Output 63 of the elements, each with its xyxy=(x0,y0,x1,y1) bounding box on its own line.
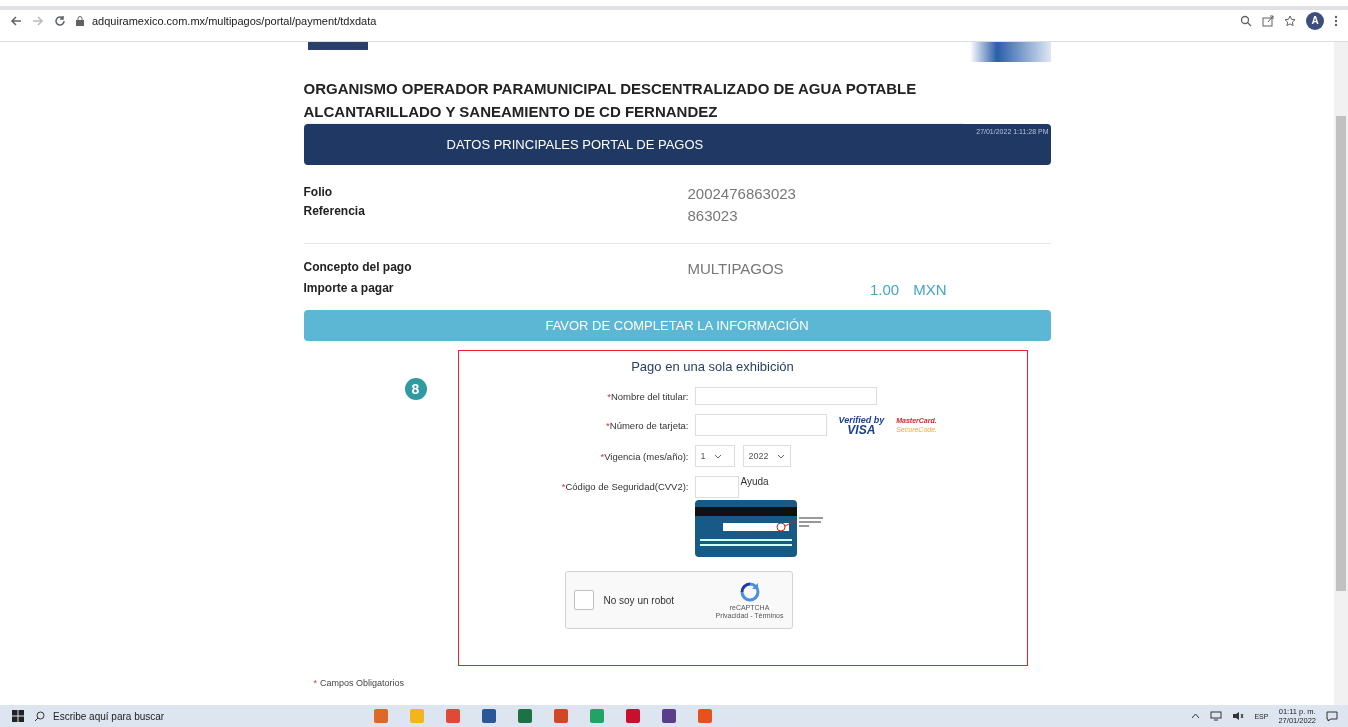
reload-icon[interactable] xyxy=(54,14,66,27)
field-label: Referencia xyxy=(303,203,366,220)
help-link[interactable]: Ayuda xyxy=(740,476,769,487)
field-label: Concepto del pago xyxy=(303,260,413,276)
app-icon[interactable] xyxy=(662,709,676,723)
search-icon xyxy=(34,710,45,722)
caret-icon xyxy=(776,453,785,459)
profile-avatar[interactable]: A xyxy=(1306,11,1324,30)
card-number-input-field[interactable] xyxy=(694,414,827,436)
name-input-field[interactable] xyxy=(694,387,877,405)
back-arrow-icon[interactable] xyxy=(10,14,22,27)
taskbar-search-field[interactable]: Escribe aquí para buscar xyxy=(34,710,334,722)
organization-name: ORGANISMO OPERADOR PARAMUNICIPAL DESCENTRALIZADO DE AGUA POTABLE xyxy=(303,79,918,99)
caret-icon xyxy=(713,453,722,459)
year-dropdown[interactable]: 2022 xyxy=(742,445,791,467)
field-label: Importe a pagar xyxy=(303,281,395,297)
required-mark: * xyxy=(607,390,611,402)
header-title: DATOS PRINCIPALES PORTAL DE PAGOS xyxy=(446,137,704,152)
amount-value: 1.00 xyxy=(869,281,900,298)
verified-by-visa-logo: Verified by VISA xyxy=(838,415,885,435)
month-dropdown[interactable]: 1 xyxy=(694,445,735,467)
step-badge: 8 xyxy=(404,378,427,400)
required-mark: * xyxy=(313,678,317,688)
required-mark: * xyxy=(600,450,605,462)
app-icon[interactable] xyxy=(554,709,568,723)
captcha-label: No soy un robot xyxy=(603,594,675,606)
form-title: Pago en una sola exhibición xyxy=(631,359,794,374)
footnote-text: Campos Obligatorios xyxy=(320,678,405,688)
app-icon[interactable] xyxy=(446,709,460,723)
share-icon[interactable] xyxy=(1262,14,1274,27)
required-mark: * xyxy=(561,481,566,492)
field-label: Folio xyxy=(303,184,334,201)
field-value: 863023 xyxy=(687,206,739,226)
notification-icon[interactable] xyxy=(1326,710,1338,722)
star-icon[interactable] xyxy=(1284,14,1296,27)
required-mark: * xyxy=(606,419,610,431)
app-icon[interactable] xyxy=(410,709,424,723)
app-icon[interactable] xyxy=(590,709,604,723)
app-icon[interactable] xyxy=(518,709,532,723)
url-text[interactable]: adquiramexico.com.mx/multipagos/portal/payment/tdxdata xyxy=(92,14,377,27)
cvv-input-field[interactable] xyxy=(694,476,739,498)
menu-icon[interactable] xyxy=(1334,14,1338,27)
field-label: Código de Seguridad(CVV2): xyxy=(565,481,689,492)
lock-icon xyxy=(76,15,84,26)
network-icon[interactable] xyxy=(1210,711,1223,721)
app-icon[interactable] xyxy=(482,709,496,723)
field-label: Número de tarjeta: xyxy=(609,419,689,431)
field-label: Vigencia (mes/año): xyxy=(604,450,689,462)
app-icon[interactable] xyxy=(374,709,388,723)
field-label: Nombre del titular: xyxy=(610,390,689,402)
captcha-checkbox[interactable] xyxy=(573,590,594,610)
field-value: 2002476863023 xyxy=(687,184,797,204)
speaker-muted-icon[interactable] xyxy=(1232,711,1245,721)
app-icon[interactable] xyxy=(626,709,640,723)
notice-text: FAVOR DE COMPLETAR LA INFORMACIÓN xyxy=(545,318,809,333)
field-value: MULTIPAGOS xyxy=(687,260,785,277)
organization-name: ALCANTARILLADO Y SANEAMIENTO DE CD FERNANDEZ xyxy=(303,102,719,122)
app-icon[interactable] xyxy=(698,709,712,723)
currency-code: MXN xyxy=(913,281,947,298)
windows-start-icon[interactable] xyxy=(12,710,24,722)
chevron-up-icon[interactable] xyxy=(1191,713,1201,719)
zoom-icon[interactable] xyxy=(1240,14,1252,27)
forward-arrow-icon[interactable] xyxy=(32,14,44,27)
